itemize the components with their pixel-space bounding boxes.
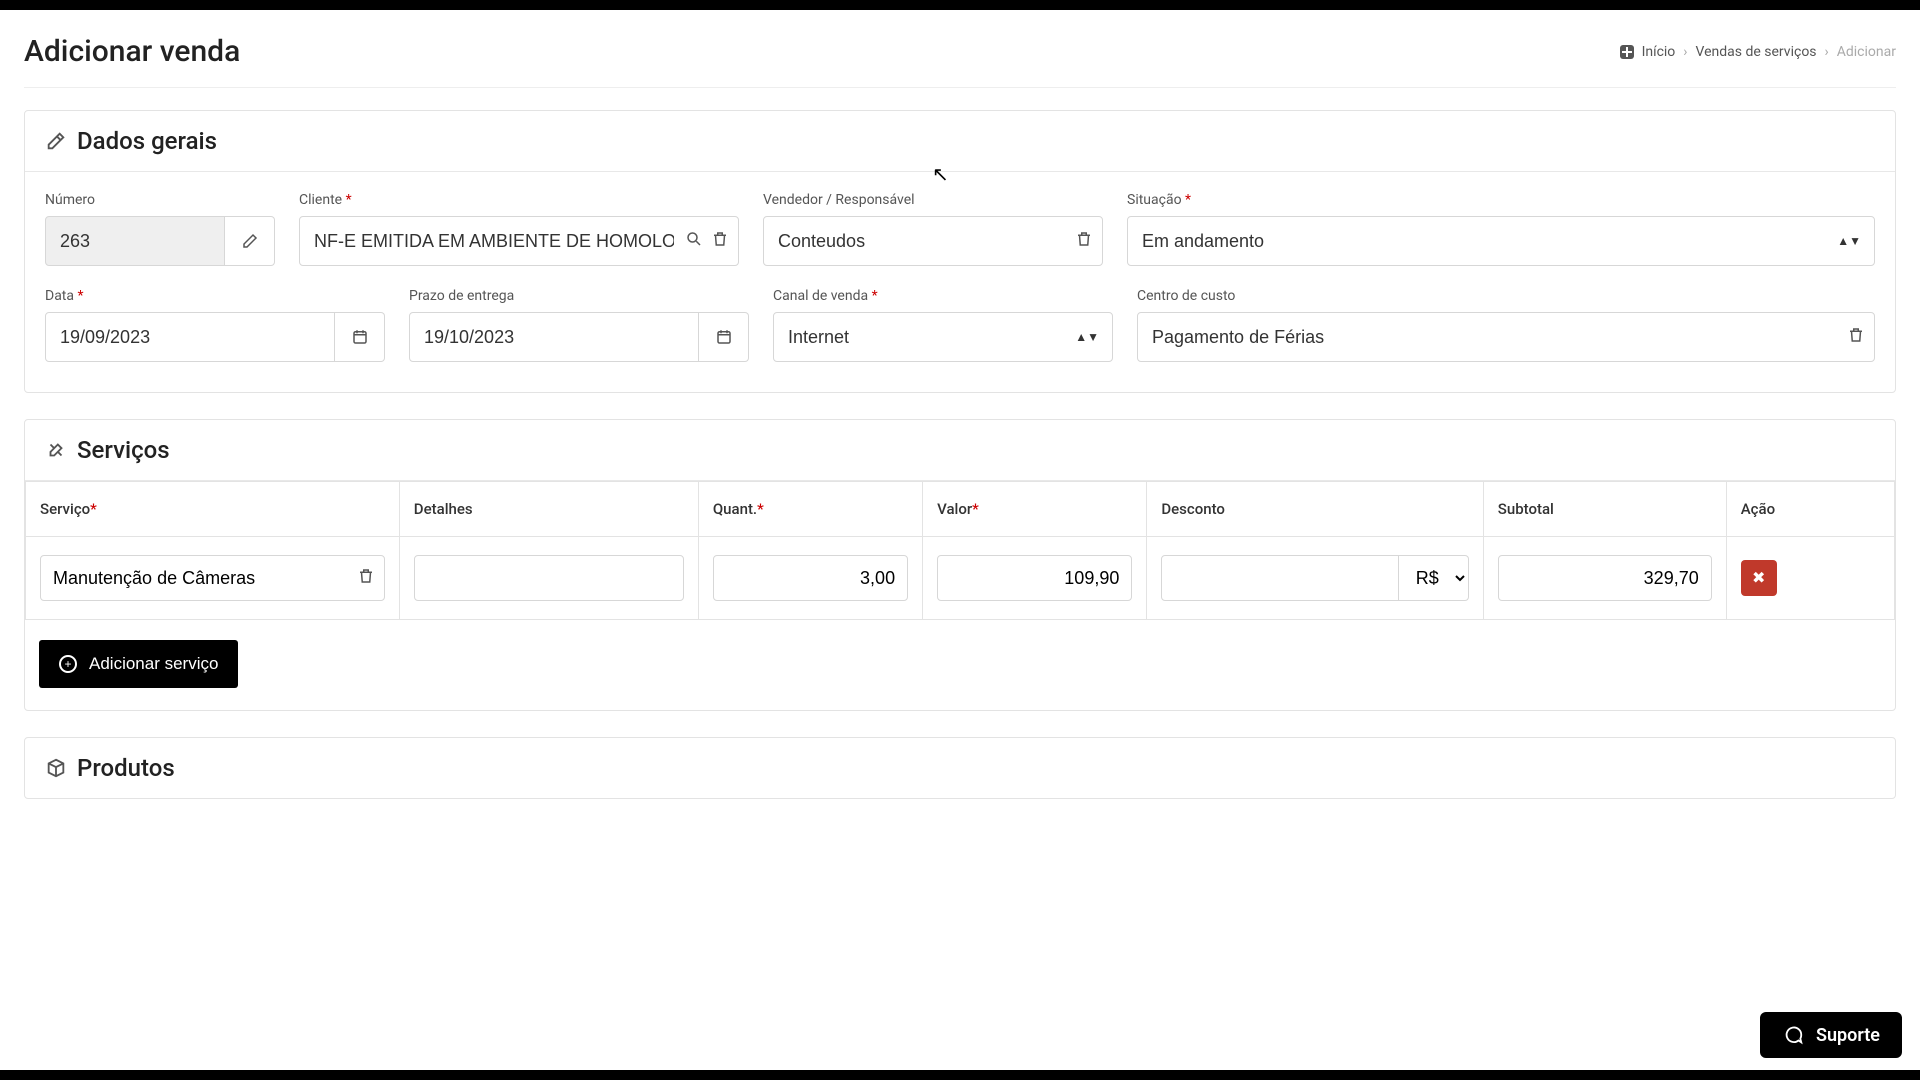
- label-vendedor: Vendedor / Responsável: [763, 192, 1103, 208]
- situacao-select[interactable]: Em andamento: [1127, 216, 1875, 266]
- plus-circle-icon: +: [59, 655, 77, 673]
- chat-icon: [1782, 1024, 1804, 1046]
- trash-icon: [1075, 230, 1093, 248]
- th-subtotal: Subtotal: [1483, 482, 1726, 537]
- label-numero: Número: [45, 192, 275, 208]
- label-canal: Canal de venda *: [773, 288, 1113, 304]
- th-valor: Valor*: [923, 482, 1147, 537]
- trash-icon: [357, 567, 375, 585]
- vendedor-clear-button[interactable]: [1075, 230, 1093, 252]
- th-servico: Serviço*: [26, 482, 400, 537]
- calendar-icon: [351, 328, 369, 346]
- edit-icon: [45, 130, 67, 152]
- label-prazo: Prazo de entrega: [409, 288, 749, 304]
- services-table: Serviço* Detalhes Quant.* Valor* Descont…: [25, 481, 1895, 620]
- dashboard-icon: [1620, 45, 1634, 59]
- trash-icon: [1847, 326, 1865, 344]
- servico-input[interactable]: [40, 555, 385, 601]
- data-input[interactable]: [45, 312, 335, 362]
- search-icon: [685, 230, 703, 248]
- support-button[interactable]: Suporte: [1760, 1012, 1902, 1058]
- panel-products-title: Produtos: [77, 754, 175, 782]
- subtotal-output: [1498, 555, 1712, 601]
- breadcrumb-sep: ›: [1683, 44, 1687, 60]
- quant-input[interactable]: [713, 555, 908, 601]
- centro-input[interactable]: [1137, 312, 1875, 362]
- data-calendar-button[interactable]: [335, 312, 385, 362]
- desconto-input[interactable]: [1161, 555, 1398, 601]
- detalhes-input[interactable]: [414, 555, 684, 601]
- th-detalhes: Detalhes: [399, 482, 698, 537]
- th-acao: Ação: [1726, 482, 1894, 537]
- tools-icon: [45, 439, 67, 461]
- breadcrumb-current: Adicionar: [1837, 44, 1896, 60]
- servico-clear-button[interactable]: [357, 567, 375, 589]
- cliente-clear-button[interactable]: [711, 230, 729, 252]
- panel-general-title: Dados gerais: [77, 127, 217, 155]
- valor-input[interactable]: [937, 555, 1132, 601]
- desconto-unit-select[interactable]: R$: [1399, 555, 1469, 601]
- th-desconto: Desconto: [1147, 482, 1483, 537]
- close-icon: ✖: [1752, 568, 1765, 588]
- cube-icon: [45, 757, 67, 779]
- panel-products: Produtos: [24, 737, 1896, 799]
- label-situacao: Situação *: [1127, 192, 1875, 208]
- breadcrumb-section[interactable]: Vendas de serviços: [1696, 44, 1817, 60]
- table-row: R$ ✖: [26, 537, 1895, 620]
- prazo-calendar-button[interactable]: [699, 312, 749, 362]
- panel-services-title: Serviços: [77, 436, 170, 464]
- breadcrumb-sep: ›: [1825, 44, 1829, 60]
- breadcrumb: Início › Vendas de serviços › Adicionar: [1620, 44, 1896, 60]
- prazo-input[interactable]: [409, 312, 699, 362]
- cliente-search-button[interactable]: [685, 230, 703, 252]
- trash-icon: [711, 230, 729, 248]
- panel-services: Serviços Serviço* Detalhes Quant.* Valor…: [24, 419, 1896, 711]
- vendedor-input[interactable]: [763, 216, 1103, 266]
- centro-clear-button[interactable]: [1847, 326, 1865, 348]
- canal-select[interactable]: Internet: [773, 312, 1113, 362]
- label-cliente: Cliente *: [299, 192, 739, 208]
- breadcrumb-home[interactable]: Início: [1642, 44, 1676, 60]
- cliente-input[interactable]: [299, 216, 739, 266]
- pencil-icon: [241, 232, 259, 250]
- label-data: Data *: [45, 288, 385, 304]
- numero-edit-button[interactable]: [225, 216, 275, 266]
- page-title: Adicionar venda: [24, 34, 240, 69]
- add-service-button[interactable]: + Adicionar serviço: [39, 640, 238, 688]
- numero-input: [45, 216, 225, 266]
- th-quant: Quant.*: [698, 482, 922, 537]
- delete-row-button[interactable]: ✖: [1741, 560, 1777, 596]
- panel-general: Dados gerais Número Cliente: [24, 110, 1896, 393]
- label-centro: Centro de custo: [1137, 288, 1875, 304]
- calendar-icon: [715, 328, 733, 346]
